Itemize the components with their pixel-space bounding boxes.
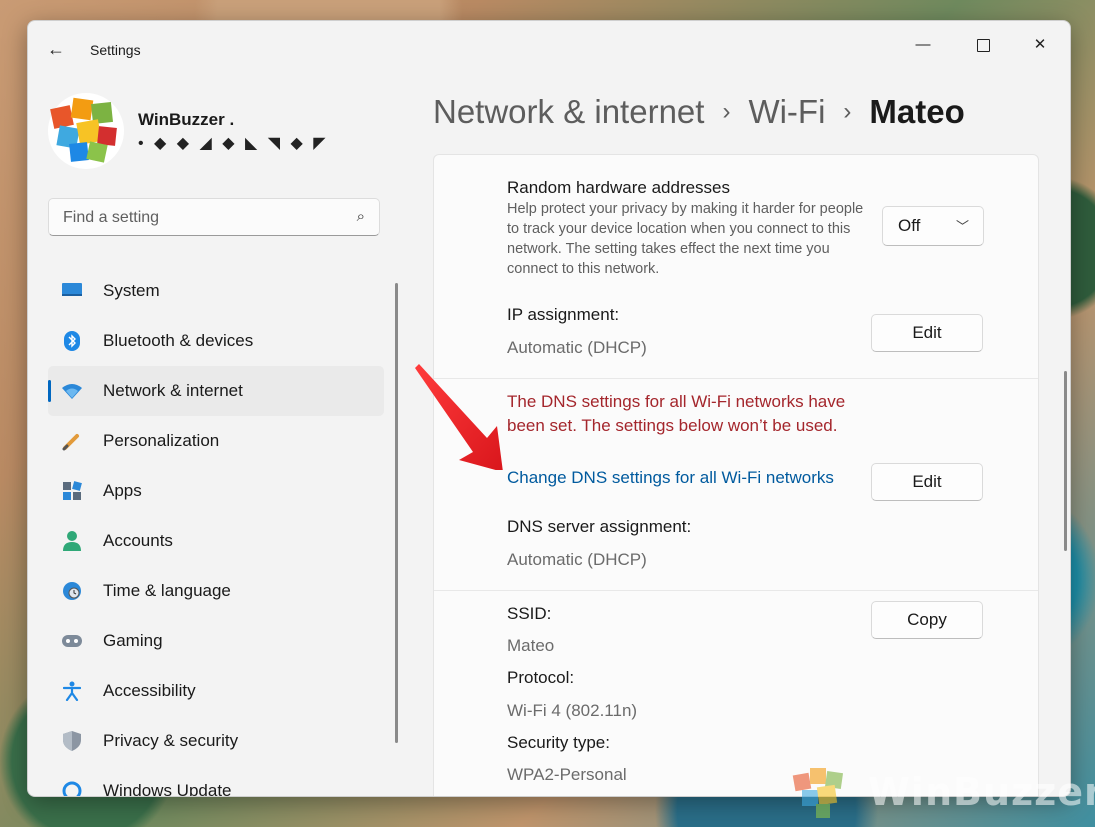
watermark-text: WinBuzzer bbox=[868, 770, 1095, 814]
maximize-icon bbox=[976, 38, 990, 52]
breadcrumb-network-internet[interactable]: Network & internet bbox=[433, 93, 704, 130]
user-email-redacted: • ◆ ◆ ◢ ◆ ◣ ◥ ◆ ◤ bbox=[138, 135, 329, 152]
sidebar-item-time-language[interactable]: Time & language bbox=[48, 566, 384, 616]
protocol-value: Wi-Fi 4 (802.11n) bbox=[507, 701, 638, 720]
sidebar-item-label: Accounts bbox=[103, 531, 173, 550]
globe-clock-icon bbox=[62, 581, 82, 601]
ip-assignment-label: IP assignment: bbox=[507, 305, 620, 324]
person-icon bbox=[62, 531, 82, 551]
brush-icon bbox=[62, 431, 82, 451]
random-hw-description: Help protect your privacy by making it h… bbox=[507, 201, 864, 277]
wifi-icon bbox=[62, 381, 82, 401]
ssid-value: Mateo bbox=[507, 636, 555, 655]
sidebar-item-label: Network & internet bbox=[103, 381, 243, 400]
close-icon: ✕ bbox=[1033, 36, 1047, 53]
back-arrow-icon: ← bbox=[47, 39, 65, 59]
dns-assignment-label: DNS server assignment: bbox=[507, 517, 692, 536]
random-hw-dropdown[interactable]: Off ﹀ bbox=[882, 206, 984, 246]
gamepad-icon bbox=[62, 631, 82, 651]
sidebar-item-accessibility[interactable]: Accessibility bbox=[48, 666, 384, 716]
divider bbox=[434, 590, 1038, 591]
dns-warning-text: The DNS settings for all Wi-Fi networks … bbox=[507, 392, 846, 435]
search-box[interactable]: ⌕ bbox=[48, 198, 380, 236]
breadcrumb-separator-icon: › bbox=[843, 98, 852, 125]
bluetooth-icon bbox=[62, 331, 82, 351]
settings-window: ← Settings — ✕ WinBuzzer . • ◆ ◆ ◢ ◆ ◣ ◥… bbox=[27, 20, 1071, 797]
sidebar-item-label: Time & language bbox=[103, 581, 231, 600]
page-title: Mateo bbox=[869, 93, 965, 130]
monitor-icon bbox=[62, 281, 82, 301]
copy-button[interactable]: Copy bbox=[871, 601, 983, 639]
sidebar-item-privacy-security[interactable]: Privacy & security bbox=[48, 716, 384, 766]
sidebar-nav: System Bluetooth & devices Network & int… bbox=[48, 266, 384, 796]
ssid-label: SSID: bbox=[507, 604, 552, 623]
sidebar-item-windows-update[interactable]: Windows Update bbox=[48, 766, 384, 796]
app-title: Settings bbox=[90, 42, 141, 58]
security-type-label: Security type: bbox=[507, 733, 610, 752]
user-name: WinBuzzer . bbox=[138, 110, 235, 129]
watermark-logo-icon bbox=[792, 768, 844, 818]
sidebar-item-label: Personalization bbox=[103, 431, 220, 450]
sidebar-item-label: Accessibility bbox=[103, 681, 196, 700]
wifi-properties-panel: Random hardware addresses Help protect y… bbox=[433, 154, 1039, 796]
sidebar-item-network-internet[interactable]: Network & internet bbox=[48, 366, 384, 416]
minimize-button[interactable]: — bbox=[900, 29, 946, 61]
breadcrumb: Network & internet › Wi-Fi › Mateo bbox=[433, 93, 965, 131]
random-hw-value: Off bbox=[898, 216, 921, 235]
divider bbox=[434, 378, 1038, 379]
sidebar-item-label: Apps bbox=[103, 481, 142, 500]
apps-icon bbox=[62, 481, 82, 501]
dns-assignment-value: Automatic (DHCP) bbox=[507, 550, 647, 569]
chevron-down-icon: ﹀ bbox=[955, 219, 969, 234]
maximize-button[interactable] bbox=[960, 29, 1006, 61]
content-scrollbar[interactable] bbox=[1064, 371, 1067, 551]
protocol-label: Protocol: bbox=[507, 668, 575, 687]
sidebar-item-label: Bluetooth & devices bbox=[103, 331, 254, 350]
random-hw-label: Random hardware addresses bbox=[507, 178, 731, 197]
sidebar-item-label: Privacy & security bbox=[103, 731, 239, 750]
search-input[interactable] bbox=[61, 205, 345, 231]
close-button[interactable]: ✕ bbox=[1017, 29, 1063, 61]
back-button[interactable]: ← bbox=[44, 37, 68, 61]
sidebar-item-label: Gaming bbox=[103, 631, 163, 650]
sidebar-item-gaming[interactable]: Gaming bbox=[48, 616, 384, 666]
sidebar-scrollbar[interactable] bbox=[395, 283, 398, 743]
title-bar: ← Settings — ✕ bbox=[28, 21, 1070, 69]
security-type-value: WPA2-Personal bbox=[507, 765, 627, 784]
winbuzzer-watermark: WinBuzzer bbox=[790, 762, 1095, 822]
breadcrumb-wifi[interactable]: Wi-Fi bbox=[748, 93, 825, 130]
annotation-arrow-icon bbox=[415, 364, 503, 470]
search-icon[interactable]: ⌕ bbox=[357, 208, 365, 225]
shield-icon bbox=[62, 731, 82, 751]
ip-assignment-value: Automatic (DHCP) bbox=[507, 338, 647, 357]
sidebar-item-accounts[interactable]: Accounts bbox=[48, 516, 384, 566]
avatar bbox=[48, 93, 124, 169]
minimize-icon: — bbox=[915, 36, 931, 53]
sidebar-item-system[interactable]: System bbox=[48, 266, 384, 316]
accessibility-icon bbox=[62, 681, 82, 701]
update-icon bbox=[62, 781, 82, 796]
ip-edit-button[interactable]: Edit bbox=[871, 314, 983, 352]
sidebar-item-label: Windows Update bbox=[103, 781, 232, 796]
breadcrumb-separator-icon: › bbox=[722, 98, 731, 125]
sidebar-item-personalization[interactable]: Personalization bbox=[48, 416, 384, 466]
sidebar-item-bluetooth-devices[interactable]: Bluetooth & devices bbox=[48, 316, 384, 366]
sidebar-item-apps[interactable]: Apps bbox=[48, 466, 384, 516]
change-dns-all-link[interactable]: Change DNS settings for all Wi-Fi networ… bbox=[507, 468, 834, 488]
dns-edit-button[interactable]: Edit bbox=[871, 463, 983, 501]
sidebar-item-label: System bbox=[103, 281, 160, 300]
